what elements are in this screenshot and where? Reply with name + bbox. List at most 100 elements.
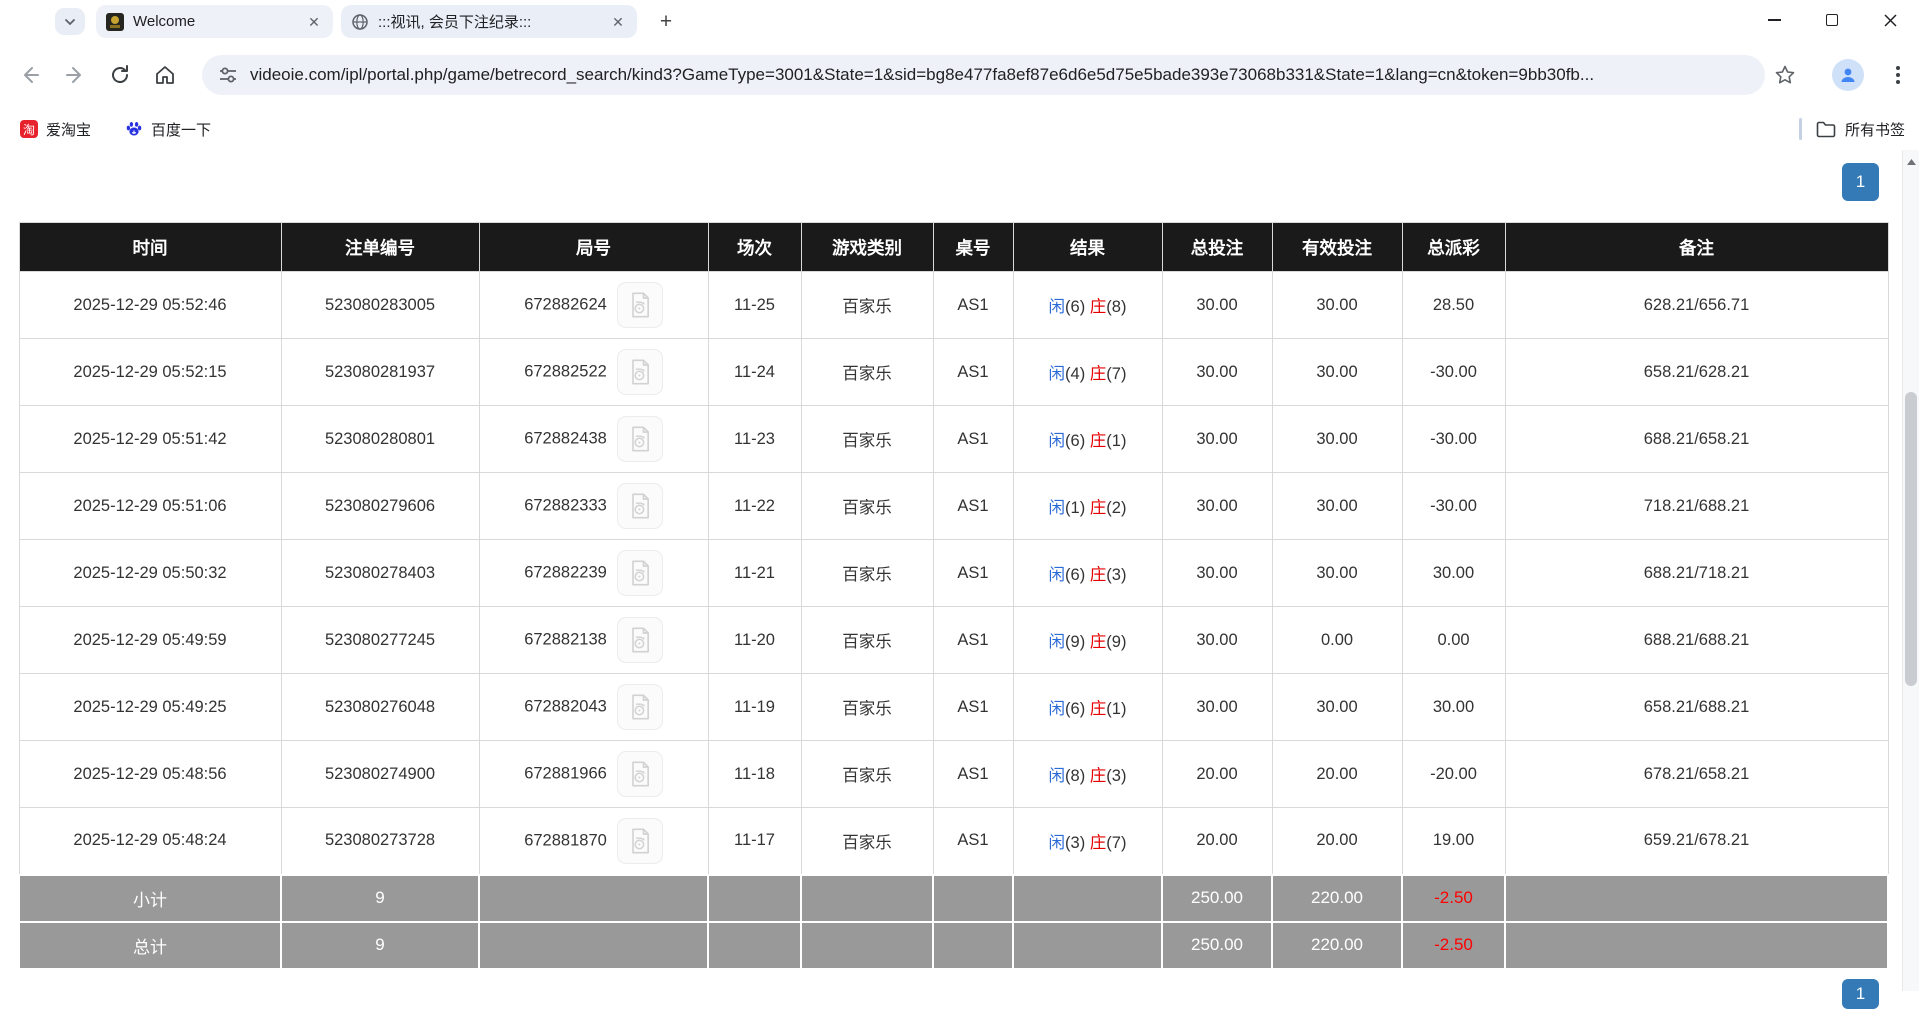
scrollbar-up-arrow[interactable]	[1903, 154, 1919, 170]
cell-round: 672882043	[479, 674, 708, 741]
table-row: 2025-12-29 05:50:32523080278403672882239…	[19, 540, 1888, 607]
folder-icon	[1816, 121, 1836, 138]
video-replay-button[interactable]	[617, 818, 663, 864]
cell-result: 闲(9) 庄(9)	[1013, 607, 1162, 674]
column-header: 结果	[1013, 223, 1162, 272]
table-row: 2025-12-29 05:49:59523080277245672882138…	[19, 607, 1888, 674]
cell-valid-bet: 30.00	[1272, 674, 1402, 741]
footer-count: 9	[281, 875, 479, 922]
bookmarks-divider	[1799, 118, 1802, 140]
tab-search-button[interactable]	[55, 8, 85, 35]
new-tab-button[interactable]: +	[653, 9, 679, 35]
result-banker-label: 庄	[1090, 834, 1107, 852]
footer-empty	[933, 922, 1013, 969]
tab-title: Welcome	[133, 13, 297, 30]
video-file-icon	[626, 626, 654, 654]
cell-payout: -30.00	[1402, 406, 1505, 473]
video-replay-button[interactable]	[617, 550, 663, 596]
video-replay-button[interactable]	[617, 416, 663, 462]
footer-empty	[933, 875, 1013, 922]
video-replay-button[interactable]	[617, 349, 663, 395]
cell-round: 672882438	[479, 406, 708, 473]
cell-time: 2025-12-29 05:51:06	[19, 473, 281, 540]
scrollbar-thumb[interactable]	[1905, 392, 1917, 686]
taobao-icon: 淘	[20, 120, 38, 138]
video-file-icon	[626, 693, 654, 721]
window-controls	[1745, 0, 1919, 42]
cell-game-type: 百家乐	[801, 473, 933, 540]
close-window-button[interactable]	[1861, 0, 1919, 40]
maximize-button[interactable]	[1803, 0, 1861, 40]
close-tab-icon[interactable]: ✕	[609, 13, 627, 31]
video-replay-button[interactable]	[617, 684, 663, 730]
cell-table-no: AS1	[933, 741, 1013, 808]
baidu-paw-icon	[125, 120, 143, 138]
cell-session: 11-22	[708, 473, 801, 540]
result-banker-label: 庄	[1090, 499, 1107, 517]
footer-count: 9	[281, 922, 479, 969]
cell-session: 11-21	[708, 540, 801, 607]
video-file-icon	[626, 827, 654, 855]
video-replay-button[interactable]	[617, 617, 663, 663]
address-bar[interactable]: videoie.com/ipl/portal.php/game/betrecor…	[202, 55, 1765, 95]
minimize-button[interactable]	[1745, 0, 1803, 40]
pagination-button[interactable]: 1	[1842, 163, 1879, 201]
cell-session: 11-24	[708, 339, 801, 406]
bookmark-star-button[interactable]	[1771, 61, 1799, 89]
back-arrow-icon	[19, 64, 41, 86]
video-replay-button[interactable]	[617, 751, 663, 797]
cell-valid-bet: 30.00	[1272, 540, 1402, 607]
cell-time: 2025-12-29 05:49:25	[19, 674, 281, 741]
url-text: videoie.com/ipl/portal.php/game/betrecor…	[250, 65, 1749, 85]
tab-welcome[interactable]: Welcome ✕	[96, 5, 333, 38]
video-file-icon	[626, 760, 654, 788]
forward-arrow-icon	[64, 64, 86, 86]
back-button[interactable]	[10, 55, 50, 95]
bookmark-item-taobao[interactable]: 淘 爱淘宝	[12, 115, 99, 144]
cell-remark: 688.21/688.21	[1505, 607, 1888, 674]
footer-empty	[708, 922, 801, 969]
bookmark-item-baidu[interactable]: 百度一下	[117, 115, 219, 144]
browser-menu-button[interactable]	[1884, 61, 1912, 89]
bookmark-label: 爱淘宝	[46, 119, 91, 140]
cell-session: 11-18	[708, 741, 801, 808]
cell-session: 11-19	[708, 674, 801, 741]
all-bookmarks-button[interactable]: 所有书签	[1816, 119, 1905, 140]
star-icon	[1774, 64, 1796, 86]
cell-game-type: 百家乐	[801, 406, 933, 473]
cell-total-bet: 30.00	[1162, 540, 1272, 607]
footer-empty	[1505, 922, 1888, 969]
cell-payout: -30.00	[1402, 339, 1505, 406]
table-row: 2025-12-29 05:51:06523080279606672882333…	[19, 473, 1888, 540]
profile-avatar[interactable]	[1832, 59, 1864, 91]
reload-button[interactable]	[100, 55, 140, 95]
cell-total-bet: 20.00	[1162, 741, 1272, 808]
pagination-button-bottom[interactable]: 1	[1842, 979, 1879, 1009]
video-replay-button[interactable]	[617, 282, 663, 328]
cell-game-type: 百家乐	[801, 607, 933, 674]
tab-bet-record[interactable]: :::视讯, 会员下注纪录::: ✕	[341, 5, 637, 38]
footer-total-bet: 250.00	[1162, 875, 1272, 922]
cell-table-no: AS1	[933, 473, 1013, 540]
cell-valid-bet: 20.00	[1272, 808, 1402, 875]
round-number: 672882239	[524, 564, 607, 582]
cell-round: 672882624	[479, 272, 708, 339]
page-scrollbar[interactable]	[1902, 150, 1919, 991]
forward-button[interactable]	[55, 55, 95, 95]
close-tab-icon[interactable]: ✕	[305, 13, 323, 31]
cell-bet-id: 523080283005	[281, 272, 479, 339]
table-row: 2025-12-29 05:48:24523080273728672881870…	[19, 808, 1888, 875]
site-settings-icon	[218, 65, 238, 85]
cell-bet-id: 523080276048	[281, 674, 479, 741]
video-replay-button[interactable]	[617, 483, 663, 529]
footer-payout: -2.50	[1402, 875, 1505, 922]
home-button[interactable]	[145, 55, 185, 95]
cell-time: 2025-12-29 05:48:24	[19, 808, 281, 875]
cell-game-type: 百家乐	[801, 540, 933, 607]
cell-table-no: AS1	[933, 272, 1013, 339]
round-number: 672882043	[524, 698, 607, 716]
cell-table-no: AS1	[933, 406, 1013, 473]
result-banker-label: 庄	[1090, 633, 1107, 651]
cell-total-bet: 30.00	[1162, 473, 1272, 540]
cell-payout: 0.00	[1402, 607, 1505, 674]
